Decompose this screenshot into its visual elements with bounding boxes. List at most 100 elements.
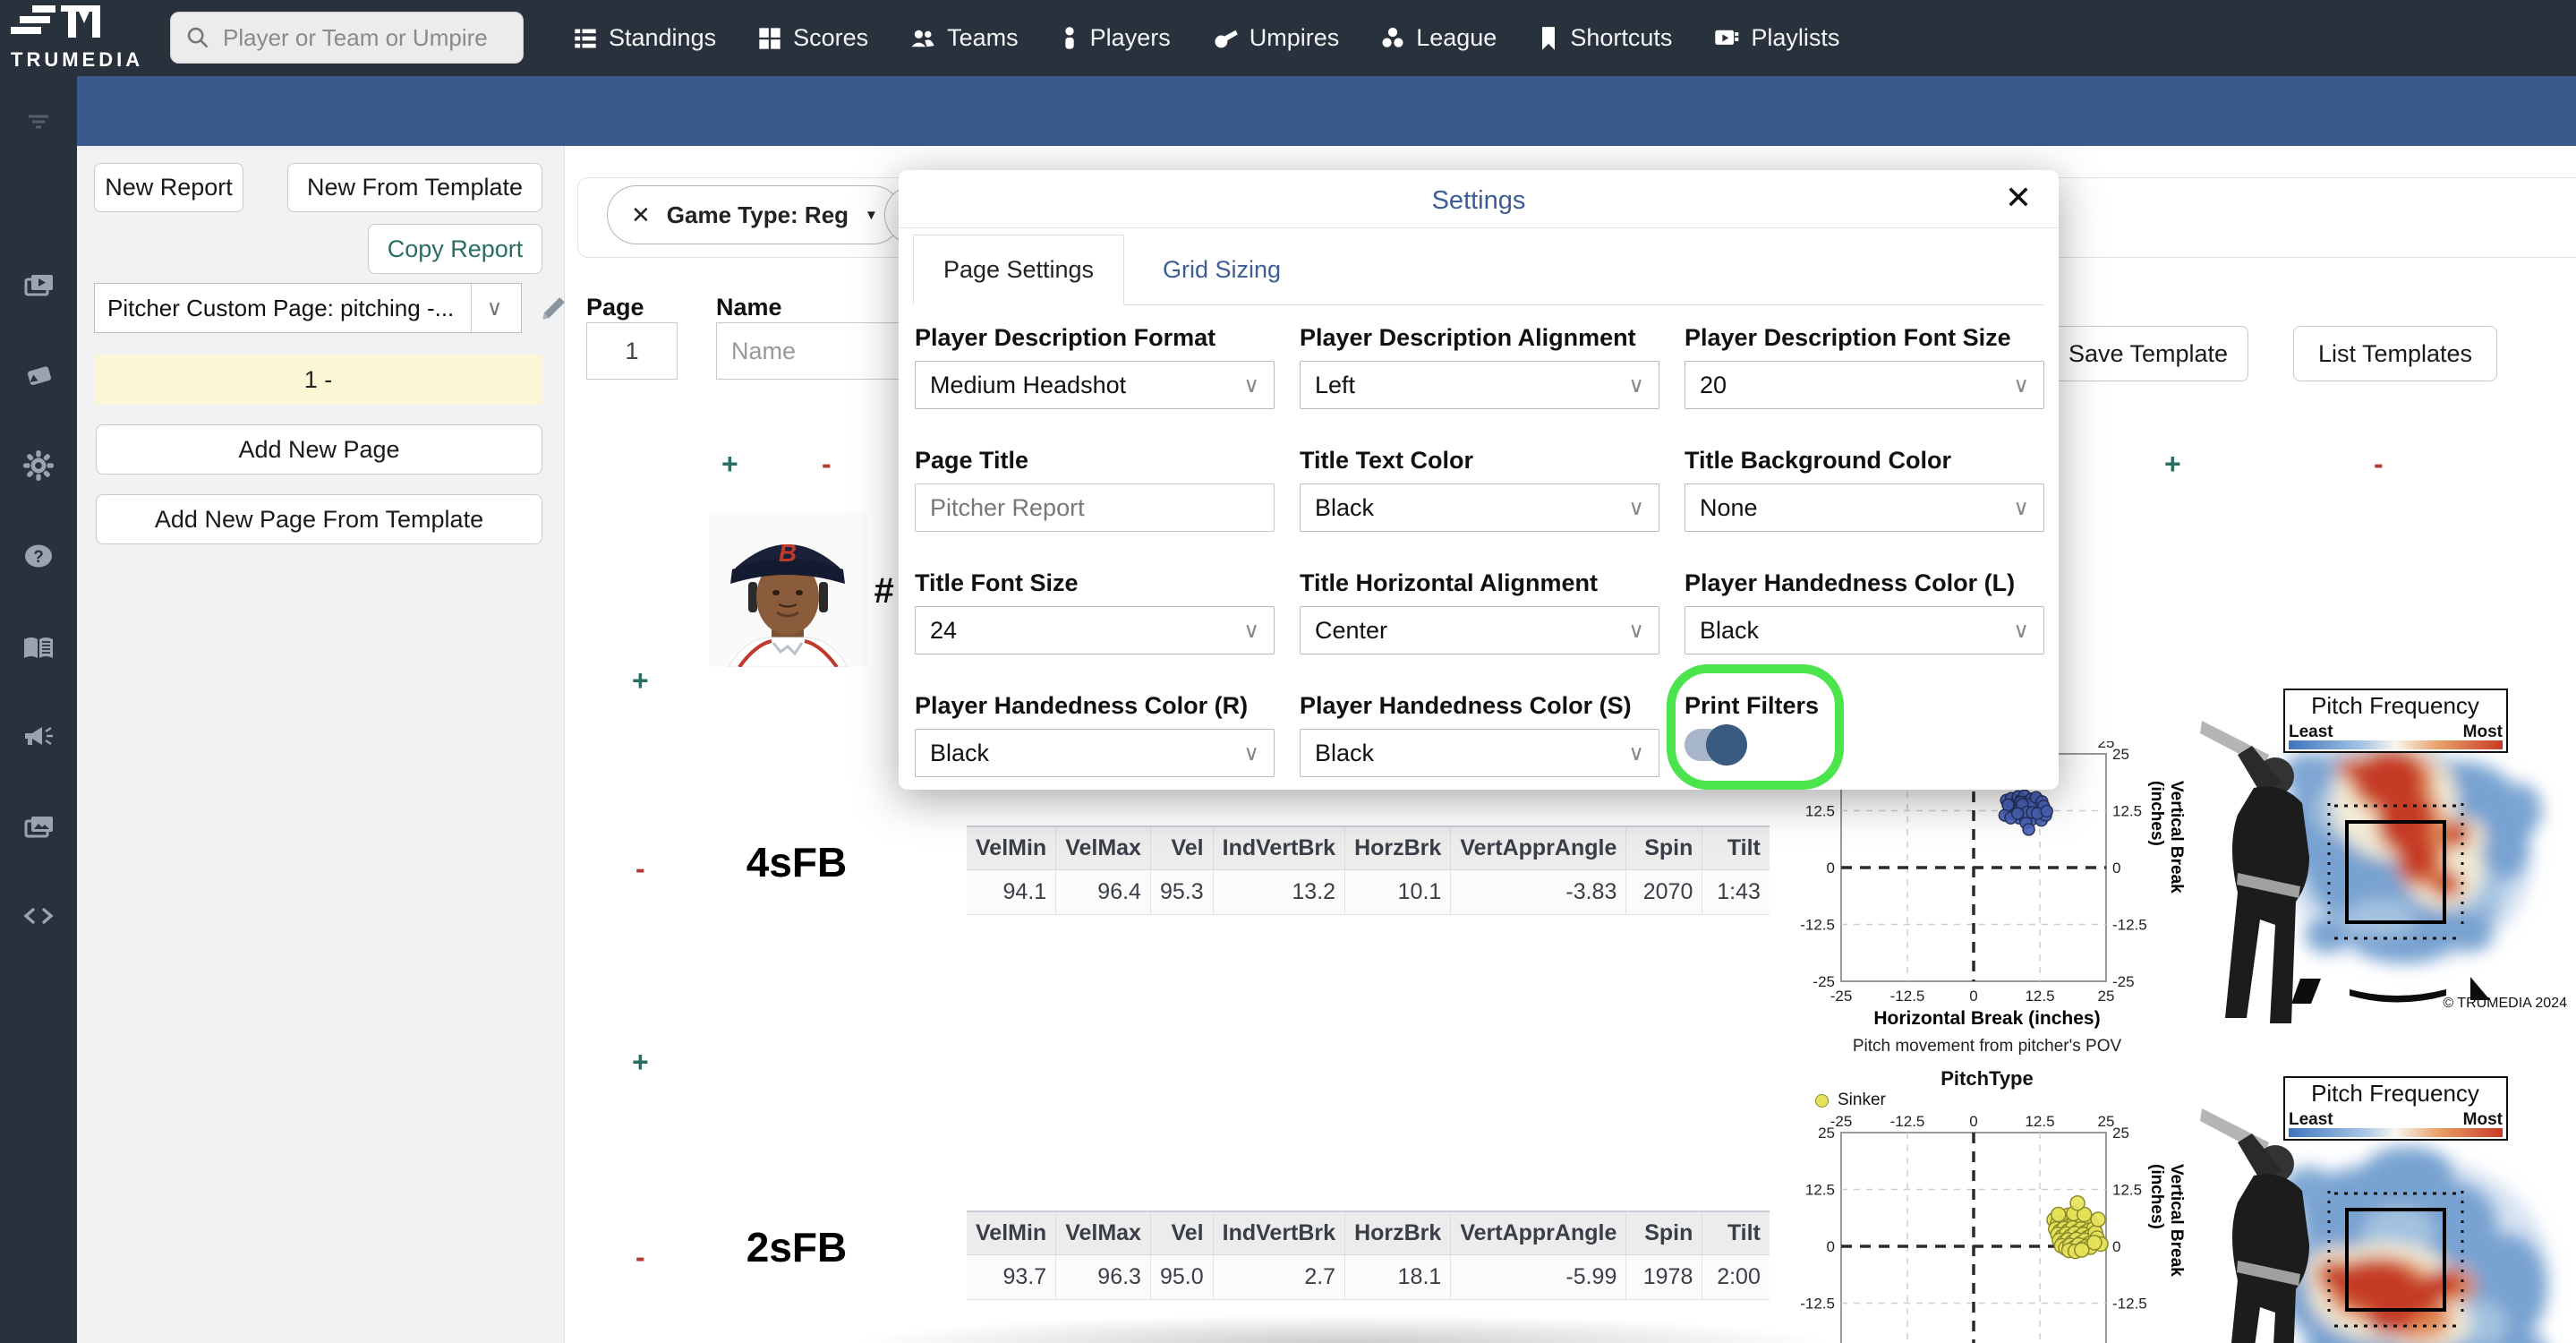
field-label: Player Description Format xyxy=(915,324,1216,351)
copy-report-button[interactable]: Copy Report xyxy=(368,224,542,274)
player-description-font-size-select[interactable]: 20 ∨ xyxy=(1685,361,2044,409)
nav-item-league[interactable]: League xyxy=(1380,24,1497,52)
nav-item-umpires[interactable]: Umpires xyxy=(1212,24,1339,52)
league-icon xyxy=(1382,27,1403,47)
sidebar-item-embed-code[interactable] xyxy=(0,887,77,945)
page-number-input[interactable] xyxy=(586,322,678,380)
title-background-color-select[interactable]: None ∨ xyxy=(1685,483,2044,532)
nav-item-playlists[interactable]: Playlists xyxy=(1713,24,1839,52)
icon-sidebar: ? xyxy=(0,76,77,1343)
remove-row-button[interactable]: - xyxy=(635,852,645,885)
pitch-frequency-heatmap-4sfb: Pitch Frequency Least Most © TRUMEDIA 20… xyxy=(2175,667,2569,1025)
sidebar-item-filter[interactable] xyxy=(0,92,77,150)
svg-text:12.5: 12.5 xyxy=(2025,988,2054,1005)
save-template-button[interactable]: Save Template xyxy=(2048,326,2248,381)
player-description-format-select[interactable]: Medium Headshot ∨ xyxy=(915,361,1275,409)
add-new-page-from-template-button[interactable]: Add New Page From Template xyxy=(96,494,542,544)
trumedia-logo[interactable]: TRUMEDIA xyxy=(9,4,157,73)
svg-text:-12.5: -12.5 xyxy=(1800,1296,1835,1313)
field-title-font-size: Title Font Size 24 ∨ xyxy=(915,569,1275,654)
svg-text:25: 25 xyxy=(2112,746,2129,763)
sidebar-item-help[interactable]: ? xyxy=(0,527,77,585)
global-search[interactable] xyxy=(170,12,524,64)
field-player-description-alignment: Player Description Alignment Left ∨ xyxy=(1300,324,1659,409)
help-icon: ? xyxy=(25,544,52,568)
tab-page-settings[interactable]: Page Settings xyxy=(913,235,1124,305)
nav-label: League xyxy=(1416,24,1497,51)
player-handedness-color-s-select[interactable]: Black ∨ xyxy=(1300,729,1659,777)
nav-item-teams[interactable]: Teams xyxy=(909,24,1019,52)
code-icon xyxy=(23,908,54,924)
filter-lines-icon xyxy=(29,115,48,129)
pitch-type-label-4sfb: 4sFB xyxy=(746,839,848,885)
nav-item-standings[interactable]: Standings xyxy=(573,24,716,52)
title-font-size-select[interactable]: 24 ∨ xyxy=(915,606,1275,654)
top-nav: TRUMEDIA Standings Scores Teams xyxy=(0,0,2576,76)
page-column-label: Page xyxy=(586,294,644,321)
sidebar-item-media-gallery[interactable] xyxy=(0,799,77,856)
field-label: Title Horizontal Alignment xyxy=(1300,569,1599,596)
page-list-item[interactable]: 1 - xyxy=(94,355,542,405)
sidebar-item-glossary[interactable] xyxy=(0,620,77,677)
sidebar-item-video-playlists[interactable] xyxy=(0,257,77,314)
tab-grid-sizing[interactable]: Grid Sizing xyxy=(1137,235,1307,305)
game-type-filter-chip[interactable]: ✕ Game Type: Reg ▼ xyxy=(607,185,902,244)
field-player-description-font-size: Player Description Font Size 20 ∨ xyxy=(1685,324,2044,409)
player-handedness-color-l-select[interactable]: Black ∨ xyxy=(1685,606,2044,654)
add-column-button[interactable]: + xyxy=(2164,448,2181,481)
field-label: Player Description Alignment xyxy=(1300,324,1636,351)
chevron-down-icon: ∨ xyxy=(2013,495,2029,520)
add-row-button[interactable]: + xyxy=(632,664,649,697)
pitch-stats-table-4sfb: VelMin VelMax Vel IndVertBrk HorzBrk VertAppr… xyxy=(967,825,1770,915)
nav-label: Standings xyxy=(609,24,717,51)
search-input[interactable] xyxy=(221,22,508,53)
page-header-bar xyxy=(77,76,2576,146)
select-value: Center xyxy=(1315,616,1388,644)
remove-filter-icon[interactable]: ✕ xyxy=(631,201,651,229)
settings-modal: Settings ✕ Page Settings Grid Sizing Pla… xyxy=(899,170,2059,790)
nav-item-shortcuts[interactable]: Shortcuts xyxy=(1538,24,1672,52)
sidebar-item-flashcards[interactable] xyxy=(0,347,77,405)
player-handedness-color-r-select[interactable]: Black ∨ xyxy=(915,729,1275,777)
remove-column-button[interactable]: - xyxy=(2374,448,2384,481)
field-label: Title Text Color xyxy=(1300,447,1474,474)
sidebar-item-settings[interactable] xyxy=(0,437,77,494)
report-select[interactable]: Pitcher Custom Page: pitching -... ∨ xyxy=(94,283,522,333)
video-playlist-icon xyxy=(24,275,53,296)
title-text-color-select[interactable]: Black ∨ xyxy=(1300,483,1659,532)
megaphone-icon xyxy=(25,726,53,746)
svg-text:-25: -25 xyxy=(1813,973,1835,990)
nav-label: Shortcuts xyxy=(1570,24,1673,51)
nav-item-scores[interactable]: Scores xyxy=(757,24,868,52)
field-page-title: Page Title xyxy=(915,447,1275,532)
select-value: Black xyxy=(1315,739,1375,766)
tab-label: Grid Sizing xyxy=(1162,256,1282,283)
new-report-button[interactable]: New Report xyxy=(94,163,243,212)
add-row-button[interactable]: + xyxy=(632,1046,649,1079)
nav-item-players[interactable]: Players xyxy=(1060,24,1171,52)
remove-row-button[interactable]: - xyxy=(635,1241,645,1274)
svg-text:25: 25 xyxy=(1818,1125,1835,1142)
remove-column-button[interactable]: - xyxy=(822,448,832,481)
chevron-down-icon: ∨ xyxy=(1243,740,1259,766)
svg-text:-12.5: -12.5 xyxy=(1800,917,1835,934)
close-icon[interactable]: ✕ xyxy=(2005,179,2032,217)
player-description-alignment-select[interactable]: Left ∨ xyxy=(1300,361,1659,409)
svg-text:12.5: 12.5 xyxy=(1805,1182,1835,1199)
page-title-input[interactable] xyxy=(915,483,1275,532)
chart-caption: Pitch movement from pitcher's POV xyxy=(1852,1037,2122,1056)
title-horizontal-alignment-select[interactable]: Center ∨ xyxy=(1300,606,1659,654)
chevron-down-icon: ∨ xyxy=(2013,372,2029,398)
heat-field xyxy=(2282,739,2542,965)
pitch-frequency-heatmap-sinker: Pitch Frequency Least Most xyxy=(2175,1055,2569,1343)
add-new-page-button[interactable]: Add New Page xyxy=(96,424,542,475)
field-title-text-color: Title Text Color Black ∨ xyxy=(1300,447,1659,532)
player-headshot: B xyxy=(709,512,867,667)
add-column-button[interactable]: + xyxy=(721,448,738,481)
svg-text:Most: Most xyxy=(2463,723,2503,741)
flashcards-icon xyxy=(27,366,51,386)
sidebar-item-announcements[interactable] xyxy=(0,708,77,766)
new-from-template-button[interactable]: New From Template xyxy=(287,163,542,212)
button-label: List Templates xyxy=(2317,339,2473,367)
list-templates-button[interactable]: List Templates xyxy=(2293,326,2497,381)
